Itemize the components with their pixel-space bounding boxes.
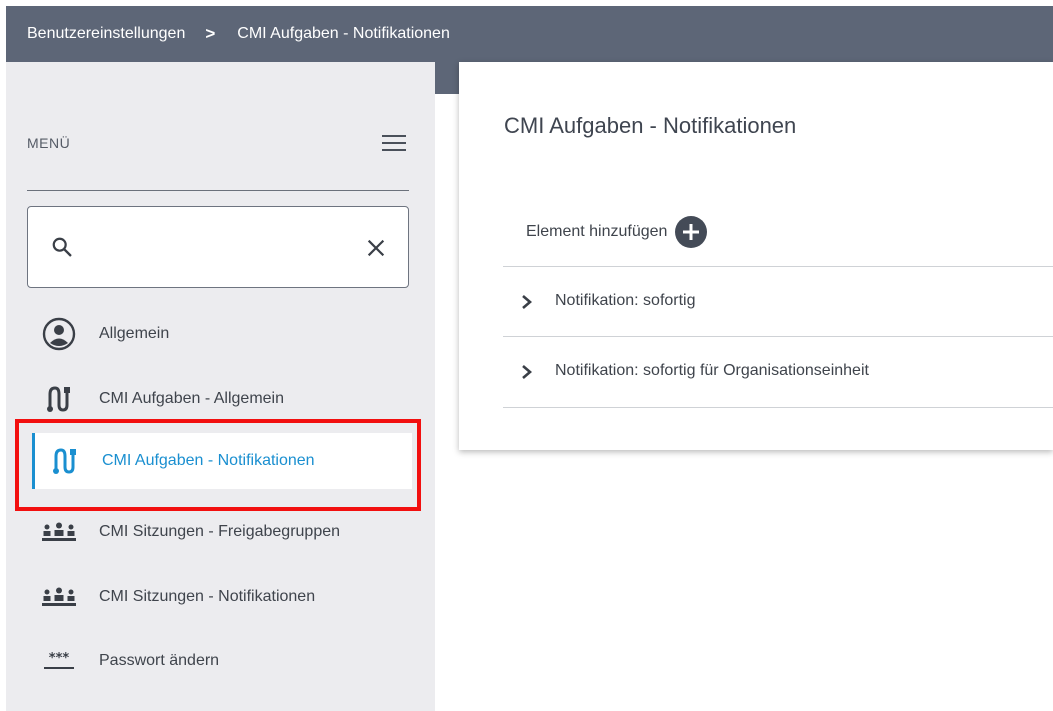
sidebar-item-cmi-aufgaben-allgemein[interactable]: CMI Aufgaben - Allgemein <box>26 372 409 426</box>
accordion-item-notifikation-sofortig-oe[interactable]: Notifikation: sofortig für Organisations… <box>503 337 1053 407</box>
close-icon[interactable] <box>365 237 387 259</box>
menu-header: MENÜ <box>27 135 409 155</box>
hamburger-menu-icon[interactable] <box>382 134 406 152</box>
sidebar-item-label: CMI Sitzungen - Freigabegruppen <box>99 523 341 540</box>
password-icon: *** <box>42 644 76 678</box>
add-element-label: Element hinzufügen <box>526 223 668 240</box>
chevron-right-icon <box>522 365 532 379</box>
sidebar-item-cmi-aufgaben-notifikationen[interactable]: CMI Aufgaben - Notifikationen <box>32 433 412 489</box>
breadcrumb-root[interactable]: Benutzereinstellungen <box>27 25 185 43</box>
sidebar-item-passwort-aendern[interactable]: *** Passwort ändern <box>26 634 409 688</box>
search-icon <box>52 237 72 257</box>
menu-divider <box>27 190 409 191</box>
meeting-group-icon <box>42 515 76 549</box>
chevron-right-icon <box>522 295 532 309</box>
page-title: CMI Aufgaben - Notifikationen <box>504 113 797 138</box>
breadcrumb-current: CMI Aufgaben - Notifikationen <box>237 25 450 42</box>
meeting-group-icon <box>42 580 76 614</box>
accordion-item-label: Notifikation: sofortig <box>555 292 696 309</box>
sidebar-item-allgemein[interactable]: Allgemein <box>26 307 409 361</box>
task-flow-icon <box>42 382 76 416</box>
sidebar-item-cmi-sitzungen-freigabegruppen[interactable]: CMI Sitzungen - Freigabegruppen <box>26 505 409 559</box>
breadcrumb-separator: > <box>205 24 216 43</box>
sidebar-item-label: CMI Aufgaben - Notifikationen <box>102 452 315 469</box>
content-gutter <box>435 62 459 94</box>
search-box <box>27 206 409 288</box>
sidebar-item-cmi-sitzungen-notifikationen[interactable]: CMI Sitzungen - Notifikationen <box>26 570 409 624</box>
sidebar-item-label: Passwort ändern <box>99 652 220 669</box>
top-bar: Benutzereinstellungen > CMI Aufgaben - N… <box>6 6 1053 62</box>
sidebar: MENÜ Allgemein CMI Aufgaben - Allgemein … <box>6 62 435 711</box>
sidebar-item-label: Allgemein <box>99 325 170 342</box>
add-element-button[interactable] <box>675 216 708 248</box>
accordion-item-notifikation-sofortig[interactable]: Notifikation: sofortig <box>503 267 1053 337</box>
menu-title: MENÜ <box>27 135 71 151</box>
accordion-item-label: Notifikation: sofortig für Organisations… <box>555 362 869 379</box>
sidebar-item-label: CMI Sitzungen - Notifikationen <box>99 588 316 605</box>
svg-text:***: *** <box>49 651 70 666</box>
user-circle-icon <box>42 317 76 351</box>
content-card: CMI Aufgaben - Notifikationen Element hi… <box>459 62 1053 450</box>
search-input[interactable] <box>82 229 362 265</box>
list-divider <box>503 407 1053 408</box>
sidebar-item-label: CMI Aufgaben - Allgemein <box>99 390 284 407</box>
task-flow-icon <box>48 444 82 478</box>
add-element-row[interactable]: Element hinzufügen <box>526 216 708 248</box>
